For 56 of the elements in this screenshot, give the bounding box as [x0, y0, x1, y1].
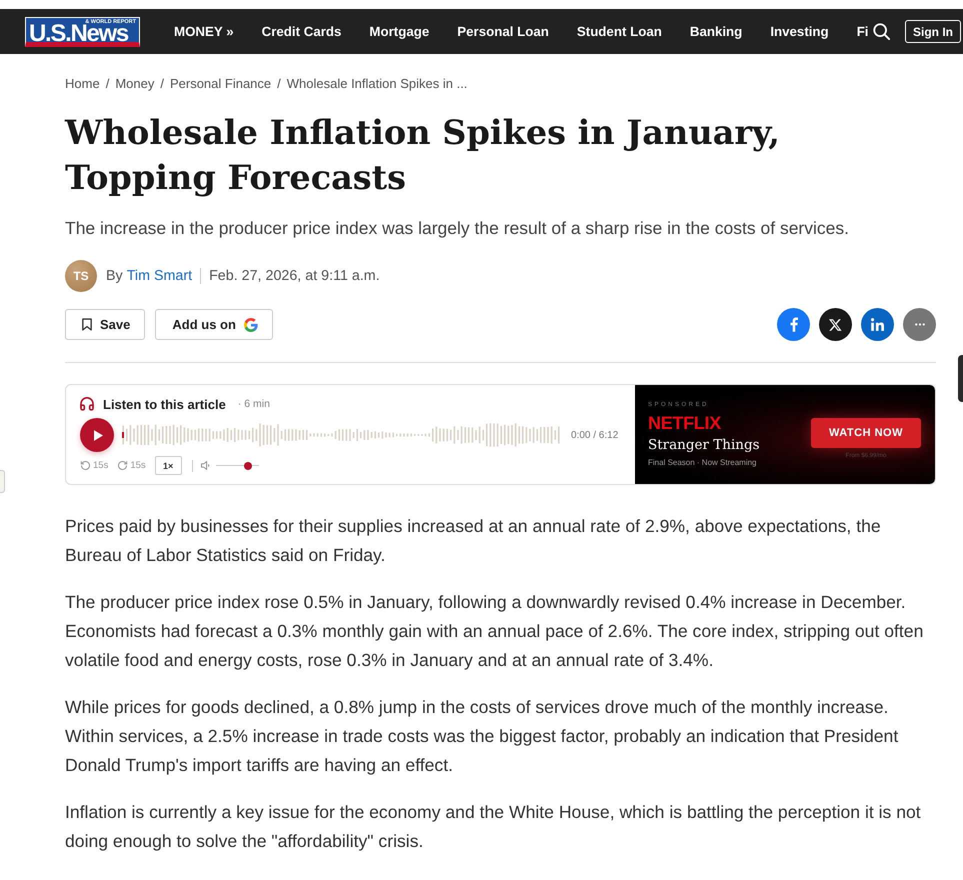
more-share-options-button[interactable] [903, 308, 936, 341]
playback-time: 0:00 / 6:12 [571, 430, 618, 440]
nav-link[interactable]: Student Loan [576, 24, 662, 39]
breadcrumb-separator: / [277, 76, 281, 92]
volume-thumb[interactable] [244, 462, 252, 470]
playhead-marker[interactable] [122, 432, 124, 438]
publish-date: Feb. 27, 2026, at 9:11 a.m. [209, 268, 380, 284]
nav-link[interactable]: MONEY » [174, 24, 234, 39]
breadcrumb-separator: / [160, 76, 164, 92]
nav-link[interactable]: Fi [856, 24, 869, 39]
x-share-button[interactable] [819, 308, 852, 341]
search-icon[interactable] [873, 23, 890, 40]
ad-title: Stranger Things [648, 437, 760, 454]
article-subtitle: The increase in the producer price index was largely the result of a sharp rise in the costs of services. [65, 217, 850, 240]
breadcrumb-link[interactable]: Money [115, 76, 154, 92]
ellipsis-icon [914, 323, 924, 326]
ad-subtitle: Final Season · Now Streaming [648, 458, 758, 468]
speaker-icon[interactable] [200, 461, 210, 470]
listen-duration: · 6 min [238, 398, 270, 410]
google-icon [244, 318, 258, 332]
nav-link[interactable]: Mortgage [369, 24, 430, 39]
article-paragraph: The producer price index rose 0.5% in January, following a downwardly revised 0.4% increase in December. Economists had forecast a 0.3% monthly gain with an annual pace of 2.6%. The core index, stripping out often volatile food and energy costs, rose 0.3% in January and at an annual rate of 3.4%. [65, 591, 924, 672]
breadcrumb-link[interactable]: Personal Finance [170, 76, 272, 92]
ad-brand-logo: NETFLIX [648, 414, 722, 433]
article-title: Wholesale Inflation Spikes in January, Topping Forecasts [65, 112, 781, 199]
author-link[interactable]: Tim Smart [126, 268, 192, 284]
linkedin-icon [871, 318, 884, 331]
playback-speed-button[interactable]: 1× [154, 456, 182, 475]
logo-wordmark: U.S.News [29, 24, 128, 42]
add-us-on-google-button[interactable]: Add us on [155, 309, 273, 340]
clockwise-arrow-icon [117, 460, 128, 471]
article-paragraph: Prices paid by businesses for their supplies increased at an annual rate of 2.9%, above expectations, the Bureau of Labor Statistics said on Friday. [65, 515, 882, 567]
nav-link[interactable]: Credit Cards [262, 24, 342, 39]
save-button[interactable]: Save [65, 309, 146, 340]
article-paragraph: Inflation is currently a key issue for the economy and the White House, which is battling the perception it is not doing enough to solve the "affordability" crisis. [65, 801, 922, 853]
nav-link[interactable]: Personal Loan [457, 24, 549, 39]
author-avatar: TS [65, 260, 97, 292]
counterclockwise-arrow-icon [80, 460, 91, 471]
listen-heading: Listen to this article [103, 396, 226, 412]
breadcrumb-current: Wholesale Inflation Spikes in ... [286, 76, 468, 92]
right-edge-tab[interactable] [958, 355, 963, 402]
bookmark-icon [82, 318, 92, 331]
linkedin-share-button[interactable] [861, 308, 894, 341]
play-button[interactable] [80, 418, 114, 452]
nav-link[interactable]: Investing [770, 24, 829, 39]
breadcrumb-separator: / [106, 76, 110, 92]
x-logo-icon [829, 318, 842, 330]
headphones-icon [80, 397, 94, 411]
sign-in-button[interactable]: Sign In [905, 20, 961, 43]
facebook-icon [790, 317, 798, 332]
watch-now-button[interactable]: WATCH NOW [811, 418, 921, 448]
breadcrumb-link[interactable]: Home [65, 76, 100, 92]
nav-link[interactable]: Banking [690, 24, 742, 39]
article-paragraph: While prices for goods declined, a 0.8% jump in the costs of services drove much of the monthly increase. Within services, a 2.5% increase in trade costs was the biggest factor, probably an indication that President Donald Trump's import tariffs are having an effect. [65, 696, 900, 777]
byline-label: By [106, 268, 123, 284]
facebook-share-button[interactable] [777, 308, 810, 341]
